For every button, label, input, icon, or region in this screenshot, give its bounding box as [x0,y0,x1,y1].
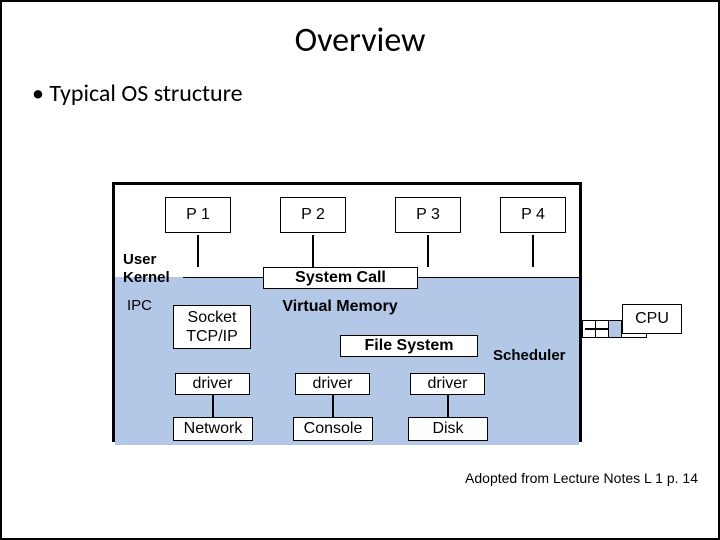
connector [532,235,534,267]
driver-box: driver [175,373,250,395]
system-call-box: System Call [263,267,418,289]
connector [332,395,334,417]
connector [312,235,314,267]
user-kernel-label: User Kernel [123,251,170,287]
cpu-box: CPU [622,304,682,334]
kernel-label: Kernel [123,269,170,286]
device-network: Network [173,417,253,441]
socket-tcpip-box: Socket TCP/IP [173,305,251,349]
queue-slot [595,320,608,338]
process-p4: P 4 [500,197,566,233]
os-diagram: P 1 P 2 P 3 P 4 User Kernel System Call … [112,182,582,442]
process-p2: P 2 [280,197,346,233]
scheduler-label: Scheduler [493,347,566,364]
queue-slot [608,320,621,338]
user-label: User [123,251,156,268]
connector [197,235,199,267]
device-disk: Disk [408,417,488,441]
slide-title: Overview [2,2,718,61]
credit-line: Adopted from Lecture Notes L 1 p. 14 [465,470,698,486]
slide: Overview Typical OS structure P 1 P 2 P … [0,0,720,540]
socket-label: Socket [188,309,237,326]
driver-box: driver [295,373,370,395]
process-p3: P 3 [395,197,461,233]
connector [447,395,449,417]
virtual-memory-label: Virtual Memory [245,297,435,317]
ipc-label: IPC [127,297,152,314]
driver-box: driver [410,373,485,395]
device-console: Console [293,417,373,441]
bullet-typical-os: Typical OS structure [2,61,718,108]
file-system-box: File System [340,335,478,357]
connector [427,235,429,267]
connector [212,395,214,417]
tcpip-label: TCP/IP [186,328,238,345]
queue-slot [582,320,595,338]
process-p1: P 1 [165,197,231,233]
